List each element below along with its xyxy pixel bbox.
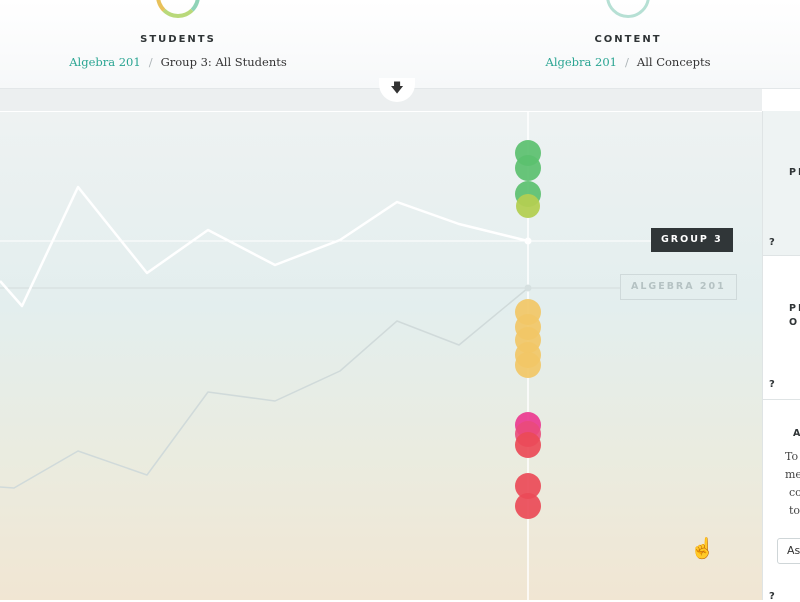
student-progress-ring[interactable]: ♟ [156, 0, 200, 18]
panel-card-3-text-line: me [785, 468, 800, 481]
panel-card-3-text-line: to [789, 504, 800, 517]
students-breadcrumb-current: Group 3: All Students [160, 55, 287, 69]
student-dot[interactable] [515, 352, 541, 378]
chart-svg [0, 111, 762, 600]
content-breadcrumb-current: All Concepts [636, 55, 711, 69]
algebra-201-line [0, 287, 529, 489]
assign-button[interactable]: As [777, 538, 800, 564]
hand-cursor-icon: ☝ [690, 536, 715, 560]
algebra-201-current-point[interactable] [524, 284, 532, 292]
student-dot[interactable] [515, 155, 541, 181]
students-title: STUDENTS [140, 34, 216, 45]
arrow-down-icon: 🡇 [390, 81, 404, 96]
panel-card-1[interactable]: PI ? [763, 111, 800, 256]
algebra-201-label[interactable]: ALGEBRA 201 [620, 274, 737, 300]
breadcrumb-separator: / [625, 55, 629, 69]
progress-chart[interactable]: GROUP 3 ALGEBRA 201 ☝ [0, 111, 762, 600]
help-button[interactable]: ? [769, 591, 775, 602]
panel-card-3-text-line: co [789, 486, 800, 499]
group-3-current-point[interactable] [524, 237, 532, 245]
help-button[interactable]: ? [769, 237, 775, 248]
students-breadcrumb: Algebra 201 / Group 3: All Students [68, 55, 288, 69]
content-progress-ring[interactable]: ➚ [606, 0, 650, 18]
students-breadcrumb-link[interactable]: Algebra 201 [69, 55, 140, 69]
panel-card-1-label: PI [789, 167, 800, 178]
group-3-label[interactable]: GROUP 3 [651, 228, 733, 252]
student-dot[interactable] [516, 194, 540, 218]
panel-card-2-label-line1: PI [789, 303, 800, 314]
content-title: CONTENT [594, 34, 662, 45]
content-breadcrumb-link[interactable]: Algebra 201 [546, 55, 617, 69]
side-panel: PI ? PI OI ? A To me co to As ? [762, 111, 800, 602]
student-dot[interactable] [515, 432, 541, 458]
student-icon: ♟ [172, 0, 185, 4]
panel-card-2[interactable]: PI OI ? [763, 257, 800, 400]
student-dot[interactable] [515, 493, 541, 519]
breadcrumb-separator: / [148, 55, 153, 69]
help-button[interactable]: ? [769, 379, 775, 390]
panel-card-3-title: A [793, 428, 800, 439]
panel-card-2-label-line2: OI [789, 317, 800, 328]
panel-card-3-text-line: To [785, 450, 799, 463]
compass-icon: ➚ [622, 0, 634, 4]
panel-card-3: A To me co to As ? [763, 401, 800, 602]
header: ♟ STUDENTS Algebra 201 / Group 3: All Stud… [0, 0, 800, 89]
content-breadcrumb: Algebra 201 / All Concepts [538, 55, 718, 69]
